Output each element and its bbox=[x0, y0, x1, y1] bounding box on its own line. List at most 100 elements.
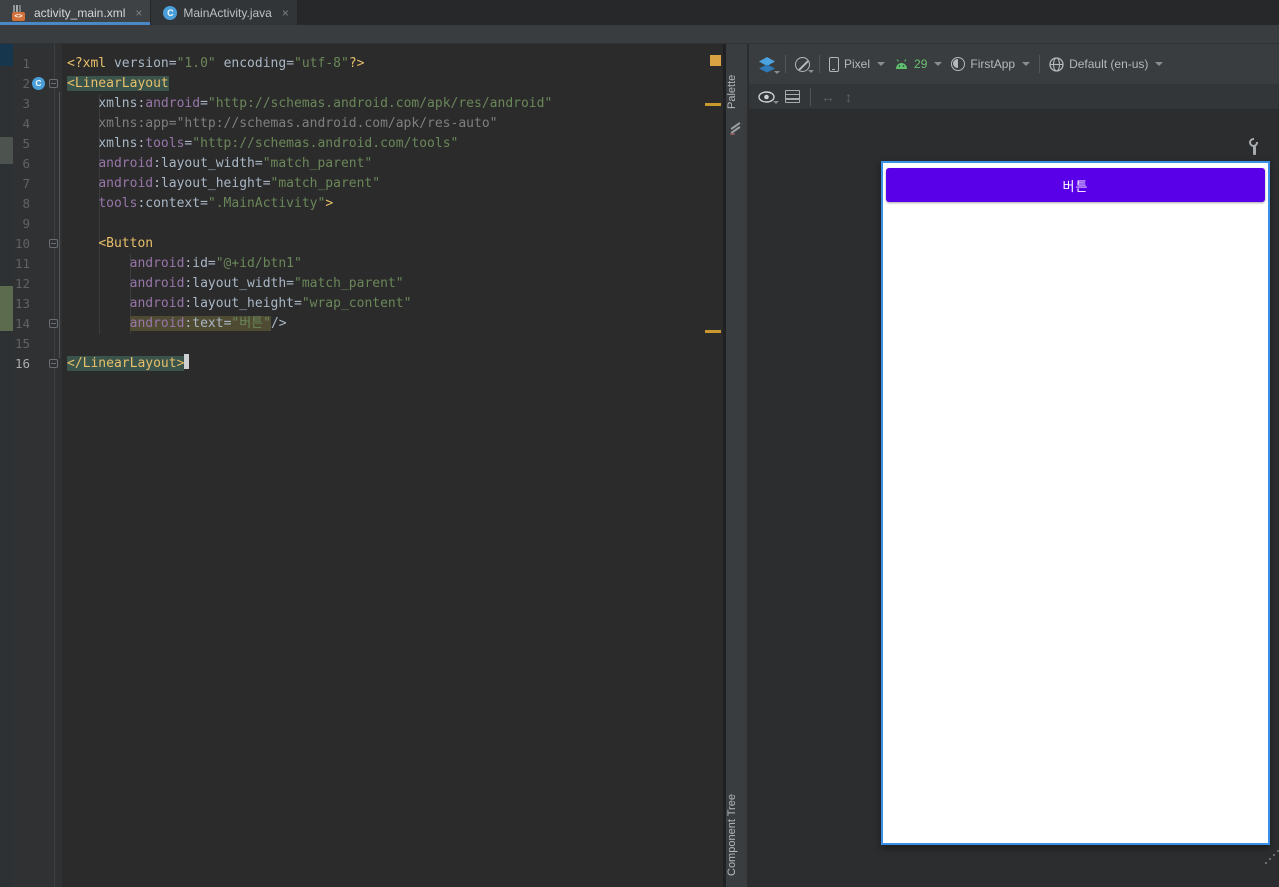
line-number: 11 bbox=[14, 256, 30, 271]
line-number: 14 bbox=[14, 316, 30, 331]
fold-marker[interactable] bbox=[49, 79, 58, 88]
code-lines[interactable]: 1 <?xml version="1.0" encoding="utf-8"?> 2… bbox=[0, 54, 723, 374]
preview-button[interactable]: 버튼 bbox=[886, 168, 1265, 202]
fold-marker[interactable] bbox=[49, 319, 58, 328]
code-text: android:text="버튼"/> bbox=[129, 316, 287, 331]
code-line[interactable]: 2 C <LinearLayout bbox=[0, 74, 723, 94]
api-level-selector[interactable]: 29 bbox=[894, 57, 943, 71]
chevron-down-icon bbox=[877, 62, 886, 66]
palette-icon bbox=[730, 122, 743, 136]
tool-window-stripe: Palette Component Tree bbox=[726, 44, 748, 887]
palette-tab[interactable]: Palette bbox=[726, 68, 748, 116]
chevron-down-icon bbox=[773, 100, 779, 104]
code-text: android:layout_width="match_parent" bbox=[98, 156, 373, 171]
gutter-cell: 9 bbox=[0, 214, 62, 234]
code-line[interactable]: 7 android:layout_height="match_parent" bbox=[0, 174, 723, 194]
class-icon: C bbox=[32, 77, 45, 90]
palette-icon-bar bbox=[730, 133, 735, 135]
code-line[interactable]: 5 xmlns:tools="http://schemas.android.co… bbox=[0, 134, 723, 154]
theme-label: FirstApp bbox=[970, 57, 1016, 71]
tab-activity-main-xml[interactable]: <> activity_main.xml × bbox=[0, 0, 152, 25]
line-number: 13 bbox=[14, 296, 30, 311]
code-line[interactable]: 1 <?xml version="1.0" encoding="utf-8"?> bbox=[0, 54, 723, 74]
editor-pane[interactable]: 1 <?xml version="1.0" encoding="utf-8"?> 2… bbox=[0, 44, 723, 887]
navigation-bar bbox=[0, 25, 1279, 44]
toolbar-separator bbox=[1039, 55, 1041, 73]
line-number: 7 bbox=[22, 176, 30, 191]
close-tab-icon[interactable]: × bbox=[282, 6, 289, 20]
toolbar-separator bbox=[785, 55, 786, 73]
vertical-resize-button[interactable]: ↕ bbox=[845, 89, 852, 105]
view-options-button[interactable] bbox=[758, 90, 779, 104]
wrench-notch bbox=[1254, 137, 1260, 142]
wrench-icon[interactable] bbox=[1247, 137, 1261, 156]
globe-icon bbox=[1049, 56, 1064, 72]
line-number: 8 bbox=[22, 196, 30, 211]
code-line[interactable]: 8 tools:context=".MainActivity"> bbox=[0, 194, 723, 214]
line-number: 2 bbox=[22, 76, 30, 91]
code-text: <Button bbox=[98, 236, 154, 251]
android-studio-window: <> activity_main.xml × C MainActivity.ja… bbox=[0, 0, 1279, 887]
code-text: xmlns:android="http://schemas.android.co… bbox=[98, 96, 553, 111]
code-line[interactable]: 16 </LinearLayout> bbox=[0, 354, 723, 374]
gutter-cell: 2C bbox=[0, 74, 62, 94]
xml-icon-code-part: <> bbox=[12, 11, 25, 21]
code-line[interactable]: 6 android:layout_width="match_parent" bbox=[0, 154, 723, 174]
gutter-cell: 10 bbox=[0, 234, 62, 254]
line-number: 9 bbox=[22, 216, 30, 231]
scrollbar-warning-mark[interactable] bbox=[705, 103, 721, 106]
line-number: 4 bbox=[22, 116, 30, 131]
code-text: android:layout_height="match_parent" bbox=[98, 176, 381, 191]
code-text: android:id="@+id/btn1" bbox=[129, 256, 302, 271]
code-line[interactable]: 12 android:layout_width="match_parent" bbox=[0, 274, 723, 294]
line-number: 5 bbox=[22, 136, 30, 151]
code-text: <?xml version="1.0" encoding="utf-8"?> bbox=[67, 56, 365, 71]
code-text: android:layout_width="match_parent" bbox=[129, 276, 404, 291]
line-number: 12 bbox=[14, 276, 30, 291]
fold-marker[interactable] bbox=[49, 359, 58, 368]
code-line[interactable]: 4 xmlns:app="http://schemas.android.com/… bbox=[0, 114, 723, 134]
code-line[interactable]: 3 xmlns:android="http://schemas.android.… bbox=[0, 94, 723, 114]
orientation-button[interactable] bbox=[795, 56, 814, 73]
design-surface[interactable]: 버튼 bbox=[749, 110, 1279, 887]
chevron-down-icon bbox=[934, 62, 943, 66]
code-text: xmlns:tools="http://schemas.android.com/… bbox=[98, 136, 459, 151]
code-line[interactable]: 13 android:layout_height="wrap_content" bbox=[0, 294, 723, 314]
blueprint-grid-button[interactable] bbox=[785, 90, 800, 103]
device-preview-frame[interactable]: 버튼 bbox=[881, 161, 1270, 845]
code-line[interactable]: 11 android:id="@+id/btn1" bbox=[0, 254, 723, 274]
line-number: 10 bbox=[14, 236, 30, 251]
code-line[interactable]: 14 android:text="버튼"/> bbox=[0, 314, 723, 334]
close-tab-icon[interactable]: × bbox=[135, 6, 142, 20]
phone-icon bbox=[829, 56, 839, 72]
line-number: 3 bbox=[22, 96, 30, 111]
gutter-cell: 8 bbox=[0, 194, 62, 214]
code-line[interactable]: 9 bbox=[0, 214, 723, 234]
resize-handle[interactable] bbox=[1265, 848, 1279, 864]
android-icon bbox=[896, 58, 908, 69]
gutter-cell: 11 bbox=[0, 254, 62, 274]
text-caret bbox=[184, 354, 190, 369]
design-pane: Pixel 29 FirstApp Default (en-us) ↔ ↕ 버튼 bbox=[749, 44, 1279, 887]
line-number: 16 bbox=[14, 356, 30, 371]
design-toolbar-secondary: ↔ ↕ bbox=[749, 84, 1279, 110]
scrollbar-warning-mark[interactable] bbox=[705, 330, 721, 333]
gutter-cell: 12 bbox=[0, 274, 62, 294]
chevron-down-icon bbox=[1155, 62, 1164, 66]
design-surface-button[interactable] bbox=[758, 56, 780, 74]
horizontal-resize-button[interactable]: ↔ bbox=[821, 89, 835, 105]
locale-label: Default (en-us) bbox=[1069, 57, 1149, 71]
locale-selector[interactable]: Default (en-us) bbox=[1049, 56, 1164, 72]
fold-marker[interactable] bbox=[49, 239, 58, 248]
code-line[interactable]: 15 bbox=[0, 334, 723, 354]
tab-mainactivity-java[interactable]: C MainActivity.java × bbox=[151, 0, 298, 25]
code-line[interactable]: 10 <Button bbox=[0, 234, 723, 254]
toolbar-separator bbox=[819, 55, 820, 73]
gutter-cell: 7 bbox=[0, 174, 62, 194]
theme-selector[interactable]: FirstApp bbox=[951, 57, 1031, 71]
gutter-cell: 6 bbox=[0, 154, 62, 174]
line-number: 15 bbox=[14, 336, 30, 351]
component-tree-tab[interactable]: Component Tree bbox=[726, 790, 748, 880]
device-selector[interactable]: Pixel bbox=[829, 56, 886, 72]
